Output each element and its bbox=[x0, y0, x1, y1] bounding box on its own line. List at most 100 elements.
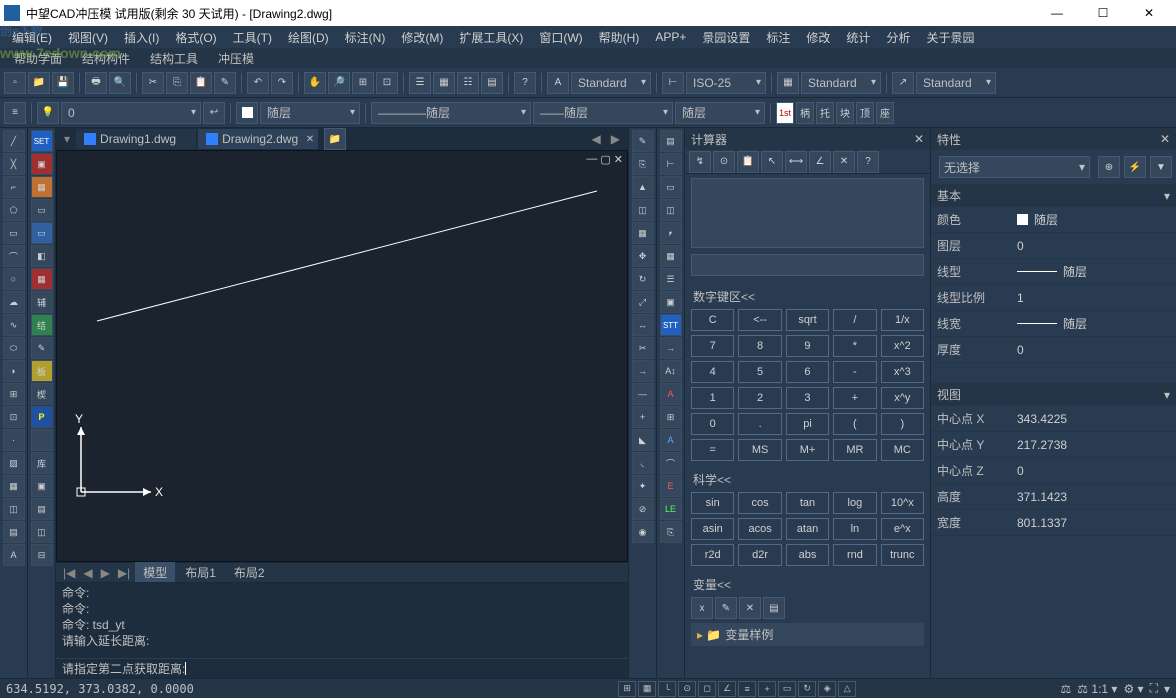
menu-tools[interactable]: 工具(T) bbox=[225, 27, 280, 48]
layer-mgr-button[interactable]: ≡ bbox=[4, 102, 26, 124]
tool-table[interactable]: ▤ bbox=[3, 521, 25, 543]
table-style-combo[interactable]: Standard bbox=[801, 72, 881, 94]
calc-btn-r2d[interactable]: r2d bbox=[691, 544, 734, 566]
calc-btn-)[interactable]: ) bbox=[881, 413, 924, 435]
ext-bing[interactable]: 柄 bbox=[796, 102, 814, 124]
calc-btn-10^x[interactable]: 10^x bbox=[881, 492, 924, 514]
dim-2[interactable]: ⊢ bbox=[660, 153, 682, 175]
tool-hatch[interactable]: ▨ bbox=[3, 452, 25, 474]
menu-jy-dim[interactable]: 标注 bbox=[758, 27, 798, 48]
text-style-combo[interactable]: Standard bbox=[571, 72, 651, 94]
dwf-button[interactable]: △ bbox=[838, 681, 856, 697]
ctool-6[interactable]: ▦ bbox=[31, 268, 53, 290]
calc-btn-4[interactable]: 4 bbox=[691, 361, 734, 383]
prop-tool-quick[interactable]: ⚡ bbox=[1124, 156, 1146, 178]
dim-7[interactable]: ☰ bbox=[660, 268, 682, 290]
dim-4[interactable]: ◫ bbox=[660, 199, 682, 221]
menu-jy-stats[interactable]: 统计 bbox=[838, 27, 878, 48]
menu-modify[interactable]: 修改(M) bbox=[393, 27, 451, 48]
var-tool-1[interactable]: x bbox=[691, 597, 713, 619]
tool-zoom-win[interactable]: ⊡ bbox=[376, 72, 398, 94]
calc-btn-rnd[interactable]: rnd bbox=[833, 544, 876, 566]
calc-btn-+[interactable]: + bbox=[833, 387, 876, 409]
calc-tool-history[interactable]: ⊙ bbox=[713, 151, 735, 173]
osnap-button[interactable]: ◻ bbox=[698, 681, 716, 697]
dim-17[interactable]: LE bbox=[660, 498, 682, 520]
model-button[interactable]: ▭ bbox=[778, 681, 796, 697]
dim-13[interactable]: ⊞ bbox=[660, 406, 682, 428]
ctool-4[interactable]: ▭ bbox=[31, 222, 53, 244]
calc-btn-ln[interactable]: ln bbox=[833, 518, 876, 540]
ctool-8[interactable]: 结 bbox=[31, 314, 53, 336]
mod-chamfer[interactable]: ◣ bbox=[632, 429, 654, 451]
drawing-canvas[interactable]: — ▢ ✕ X Y bbox=[56, 150, 628, 562]
prop-group-view[interactable]: 视图▾ bbox=[931, 383, 1176, 406]
tool-copy[interactable]: ⎘ bbox=[166, 72, 188, 94]
status-menu-button[interactable]: ▾ bbox=[1164, 682, 1170, 696]
tool-pline[interactable]: ⌐ bbox=[3, 176, 25, 198]
tool-spline[interactable]: ∿ bbox=[3, 314, 25, 336]
tool-props[interactable]: ☰ bbox=[409, 72, 431, 94]
file-tab-drawing2[interactable]: Drawing2.dwg ✕ bbox=[198, 129, 318, 149]
linetype-combo[interactable]: ———— 随层 bbox=[371, 102, 531, 124]
menu-ext-tools[interactable]: 扩展工具(X) bbox=[451, 27, 531, 48]
menu-jy-about[interactable]: 关于景园 bbox=[918, 27, 982, 48]
command-input[interactable] bbox=[186, 662, 622, 676]
tool-polygon[interactable]: ⬠ bbox=[3, 199, 25, 221]
layer-combo[interactable]: 0 bbox=[61, 102, 201, 124]
calc-btn-MS[interactable]: MS bbox=[738, 439, 781, 461]
minimize-button[interactable]: — bbox=[1034, 0, 1080, 26]
submenu-stamp[interactable]: 冲压模 bbox=[208, 48, 264, 69]
dim-style-icon[interactable]: ⊢ bbox=[662, 72, 684, 94]
prop-row-厚度[interactable]: 厚度0 bbox=[931, 337, 1176, 363]
tool-gradient[interactable]: ▦ bbox=[3, 475, 25, 497]
mod-array[interactable]: ▦ bbox=[632, 222, 654, 244]
calc-btn-x^2[interactable]: x^2 bbox=[881, 335, 924, 357]
prop-row-图层[interactable]: 图层0 bbox=[931, 233, 1176, 259]
prop-row-颜色[interactable]: 颜色随层 bbox=[931, 207, 1176, 233]
dim-15[interactable]: ⌒ bbox=[660, 452, 682, 474]
tool-preview[interactable]: 🔍 bbox=[109, 72, 131, 94]
calculator-display[interactable] bbox=[691, 178, 924, 248]
prop-group-basic[interactable]: 基本▾ bbox=[931, 184, 1176, 207]
ctool-5[interactable]: ◧ bbox=[31, 245, 53, 267]
menu-help[interactable]: 帮助(H) bbox=[591, 27, 648, 48]
mod-rotate[interactable]: ↻ bbox=[632, 268, 654, 290]
tool-insert[interactable]: ⊞ bbox=[3, 383, 25, 405]
tool-mtext[interactable]: A bbox=[3, 544, 25, 566]
prop-tool-filter[interactable]: ▼ bbox=[1150, 156, 1172, 178]
tool-open[interactable]: 📁 bbox=[28, 72, 50, 94]
layout-next-icon[interactable]: ▶ bbox=[98, 566, 113, 580]
calc-btn-x^3[interactable]: x^3 bbox=[881, 361, 924, 383]
sci-header[interactable]: 科学<< bbox=[691, 467, 924, 492]
dim-style-combo[interactable]: ISO-25 bbox=[686, 72, 766, 94]
keypad-header[interactable]: 数字键区<< bbox=[691, 284, 924, 309]
polar-button[interactable]: ⊙ bbox=[678, 681, 696, 697]
cycle-button[interactable]: ↻ bbox=[798, 681, 816, 697]
tool-calc[interactable]: ▤ bbox=[481, 72, 503, 94]
mod-17[interactable]: ⊘ bbox=[632, 498, 654, 520]
prop-row-中心点 X[interactable]: 中心点 X343.4225 bbox=[931, 406, 1176, 432]
dim-14[interactable]: A bbox=[660, 429, 682, 451]
dim-3[interactable]: ▭ bbox=[660, 176, 682, 198]
calc-btn-sqrt[interactable]: sqrt bbox=[786, 309, 829, 331]
dim-stt[interactable]: STT bbox=[660, 314, 682, 336]
mod-stretch[interactable]: ↔ bbox=[632, 314, 654, 336]
ext-ding[interactable]: 顶 bbox=[856, 102, 874, 124]
tool-tool-pal[interactable]: ☷ bbox=[457, 72, 479, 94]
dim-18[interactable]: ⎘ bbox=[660, 521, 682, 543]
tool-ellipse-arc[interactable]: ◗ bbox=[3, 360, 25, 382]
calculator-result[interactable] bbox=[691, 254, 924, 276]
ext-kuai[interactable]: 块 bbox=[836, 102, 854, 124]
properties-close-icon[interactable]: ✕ bbox=[1160, 132, 1170, 146]
menu-app[interactable]: APP+ bbox=[647, 28, 694, 46]
calc-btn-cos[interactable]: cos bbox=[738, 492, 781, 514]
calc-btn-([interactable]: ( bbox=[833, 413, 876, 435]
grid-button[interactable]: ▦ bbox=[638, 681, 656, 697]
ctool-14[interactable]: 库 bbox=[31, 452, 53, 474]
plotstyle-combo[interactable]: 随层 bbox=[675, 102, 765, 124]
var-tool-2[interactable]: ✎ bbox=[715, 597, 737, 619]
mod-offset[interactable]: ◫ bbox=[632, 199, 654, 221]
annoscale-icon[interactable]: ⚖ bbox=[1061, 682, 1072, 696]
ctool-18[interactable]: ⊟ bbox=[31, 544, 53, 566]
